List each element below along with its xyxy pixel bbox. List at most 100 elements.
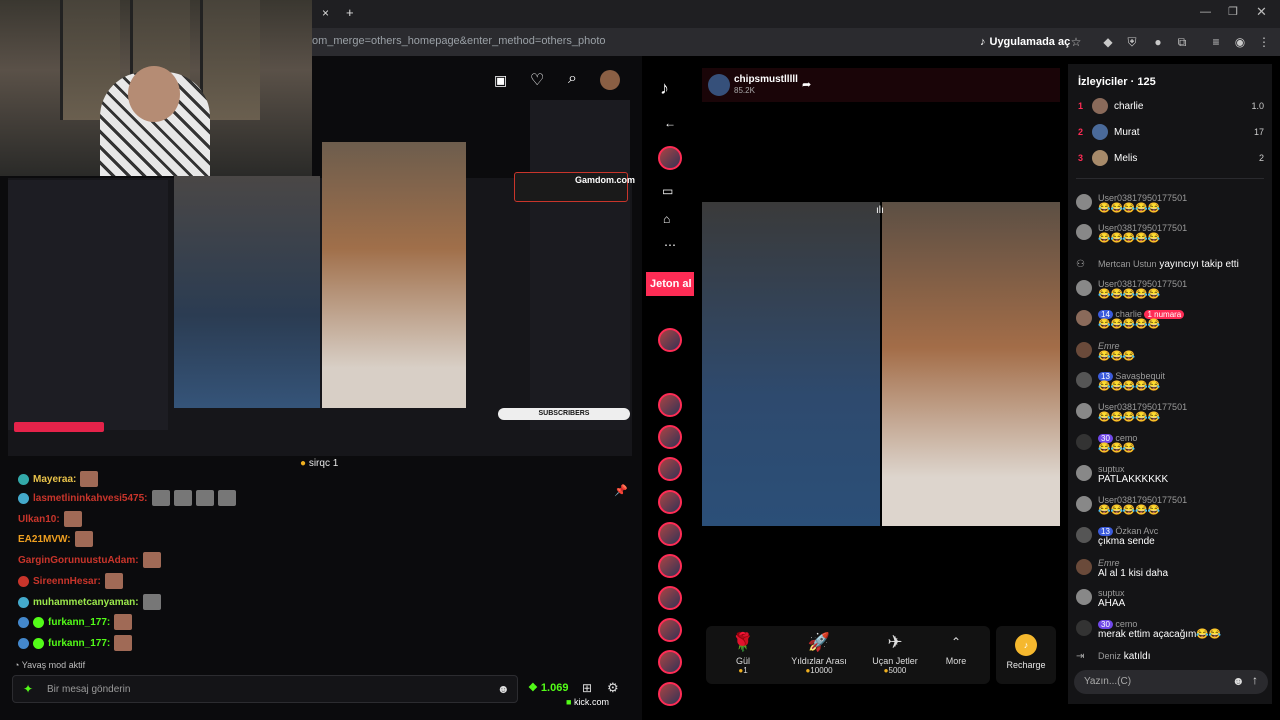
sparkle-icon[interactable]: ✦ bbox=[23, 682, 33, 696]
live-avatar[interactable] bbox=[658, 146, 682, 170]
live-avatar[interactable] bbox=[658, 650, 682, 674]
shield-icon[interactable]: ⛨ bbox=[1124, 34, 1140, 50]
back-icon[interactable]: ← bbox=[664, 116, 676, 130]
share-icon[interactable]: ➦ bbox=[802, 78, 811, 91]
puzzle-icon[interactable]: ⧉ bbox=[1174, 34, 1190, 50]
audio-icon[interactable]: ılı bbox=[876, 205, 884, 216]
open-in-app-button[interactable]: ♪ Uygulamada aç bbox=[980, 32, 1070, 52]
list-item: furkann_177: bbox=[18, 614, 133, 630]
close-tab-button[interactable]: × bbox=[322, 6, 329, 20]
host-name[interactable]: chipsmustlllll bbox=[734, 74, 798, 85]
list-item: muhammetcanyaman: bbox=[18, 594, 161, 610]
close-window-icon[interactable]: ✕ bbox=[1256, 4, 1267, 20]
more-gifts-button[interactable]: ⌃ More bbox=[926, 630, 986, 666]
buy-coins-button[interactable]: Jeton al bbox=[646, 272, 694, 296]
host-likes: 85.2K bbox=[734, 86, 755, 95]
live-avatar[interactable] bbox=[658, 554, 682, 578]
list-item: EA21MVW: bbox=[18, 531, 93, 547]
emoji-icon[interactable]: ☻ bbox=[1232, 674, 1245, 688]
emoji-icon[interactable]: ☻ bbox=[497, 682, 510, 696]
send-icon[interactable]: ↑ bbox=[1252, 673, 1258, 687]
emote bbox=[217, 490, 236, 506]
extension-icon[interactable]: ● bbox=[1150, 34, 1166, 50]
viewers-chat-panel: İzleyiciler · 125 1 charlie 1.0 2 Murat 17 3… bbox=[1068, 64, 1272, 704]
star-icon[interactable]: ☆ bbox=[1068, 34, 1084, 50]
search-icon[interactable]: ⌕ bbox=[568, 70, 577, 88]
obs-stop-button bbox=[14, 422, 104, 432]
avatar bbox=[1076, 280, 1092, 296]
list-item: furkann_177: bbox=[18, 635, 133, 651]
menu-icon[interactable]: ⋮ bbox=[1256, 34, 1272, 50]
chat-user[interactable]: furkann_177: bbox=[48, 638, 110, 649]
gift-item[interactable]: ✈ Uçan Jetler ●5000 bbox=[860, 630, 930, 675]
gift-item[interactable]: 🌹 Gül ●1 bbox=[708, 630, 778, 675]
chat-user[interactable]: SireennHesar: bbox=[33, 576, 101, 587]
more-icon[interactable]: ⋯ bbox=[664, 238, 676, 252]
live-avatar[interactable] bbox=[658, 490, 682, 514]
viewer-row[interactable]: 2 Murat 17 bbox=[1078, 124, 1264, 140]
live-video-left[interactable] bbox=[702, 202, 880, 526]
heart-icon[interactable]: ♡ bbox=[530, 70, 544, 90]
avatar bbox=[1076, 559, 1092, 575]
chat-message: Emre Al al 1 kisi daha bbox=[1076, 558, 1266, 580]
chat-user[interactable]: muhammetcanyaman: bbox=[33, 597, 139, 608]
chat-message: User03817950177501 😂😂😂😂😂 bbox=[1076, 193, 1266, 215]
live-video-right[interactable] bbox=[882, 202, 1060, 526]
avatar bbox=[1076, 224, 1092, 240]
recharge-button[interactable]: ♪ Recharge bbox=[996, 626, 1056, 684]
emote bbox=[173, 490, 192, 506]
url-text[interactable]: om_merge=others_homepage&enter_method=ot… bbox=[312, 35, 606, 47]
chat-user[interactable]: lasmetlininkahvesi5475: bbox=[33, 493, 148, 504]
chat-message: suptux AHAA bbox=[1076, 588, 1266, 610]
sponsor-overlay: Gamdom.com bbox=[514, 172, 635, 202]
avatar bbox=[1076, 310, 1092, 326]
viewer-row[interactable]: 3 Melis 2 bbox=[1078, 150, 1264, 166]
chat-input[interactable]: ✦ Bir mesaj gönderin ☻ bbox=[12, 675, 518, 703]
pin-icon[interactable]: 📌 bbox=[614, 484, 628, 497]
live-avatar[interactable] bbox=[658, 586, 682, 610]
chevron-up-icon: ⌃ bbox=[950, 635, 962, 649]
emote bbox=[151, 490, 170, 506]
tiktok-logo-icon[interactable]: ♪ bbox=[660, 78, 669, 99]
gift-item[interactable]: 🚀 Yıldızlar Arası ●10000 bbox=[784, 630, 854, 675]
chat-user[interactable]: GarginGorunuustuAdam: bbox=[18, 555, 139, 566]
live-avatar[interactable] bbox=[658, 522, 682, 546]
avatar bbox=[1076, 372, 1092, 388]
chat-user[interactable]: Mayeraa: bbox=[33, 474, 76, 485]
webcam-overlay bbox=[0, 0, 312, 176]
home-icon[interactable]: ⌂ bbox=[663, 212, 670, 226]
minimize-icon[interactable]: — bbox=[1200, 6, 1211, 18]
live-avatar[interactable] bbox=[658, 457, 682, 481]
theater-icon[interactable]: ▣ bbox=[494, 72, 507, 89]
gear-icon[interactable]: ⚙ bbox=[607, 680, 619, 696]
live-avatar[interactable] bbox=[658, 393, 682, 417]
emote bbox=[63, 511, 82, 527]
balance[interactable]: ❖ 1.069 bbox=[528, 681, 568, 694]
profile-icon[interactable]: ◉ bbox=[1232, 34, 1248, 50]
viewer-row[interactable]: 1 charlie 1.0 bbox=[1078, 98, 1264, 114]
join-icon: ⇥ bbox=[1076, 651, 1085, 662]
live-avatar[interactable] bbox=[658, 618, 682, 642]
gift-icon[interactable]: ⊞ bbox=[582, 681, 592, 695]
chat-placeholder: Bir mesaj gönderin bbox=[47, 684, 131, 695]
media-icon[interactable]: ≡ bbox=[1208, 34, 1224, 50]
chat-message: ⚇ Mertcan Ustun yayıncıyı takip etti bbox=[1076, 258, 1266, 275]
kick-tab[interactable]: ■ kick.com bbox=[566, 697, 609, 707]
new-tab-button[interactable]: + bbox=[346, 5, 354, 20]
badge-icon bbox=[18, 637, 29, 649]
extension-icon[interactable]: ◆ bbox=[1100, 34, 1116, 50]
chat-message: suptux PATLAKKKKKK bbox=[1076, 464, 1266, 486]
address-bar[interactable]: om_merge=others_homepage&enter_method=ot… bbox=[300, 28, 1280, 56]
chat-user[interactable]: Ulkan10: bbox=[18, 514, 60, 525]
avatar[interactable] bbox=[600, 70, 620, 90]
chat-user[interactable]: furkann_177: bbox=[48, 617, 110, 628]
live-avatar[interactable] bbox=[658, 425, 682, 449]
chat-user[interactable]: EA21MVW: bbox=[18, 534, 71, 545]
chat-input[interactable]: Yazın...(C) ☻ ↑ bbox=[1074, 670, 1268, 694]
host-avatar[interactable] bbox=[708, 74, 730, 96]
video-icon[interactable]: ▭ bbox=[662, 184, 673, 198]
avatar bbox=[1076, 403, 1092, 419]
maximize-icon[interactable]: ❐ bbox=[1228, 5, 1238, 18]
live-avatar[interactable] bbox=[658, 328, 682, 352]
live-avatar[interactable] bbox=[658, 682, 682, 706]
